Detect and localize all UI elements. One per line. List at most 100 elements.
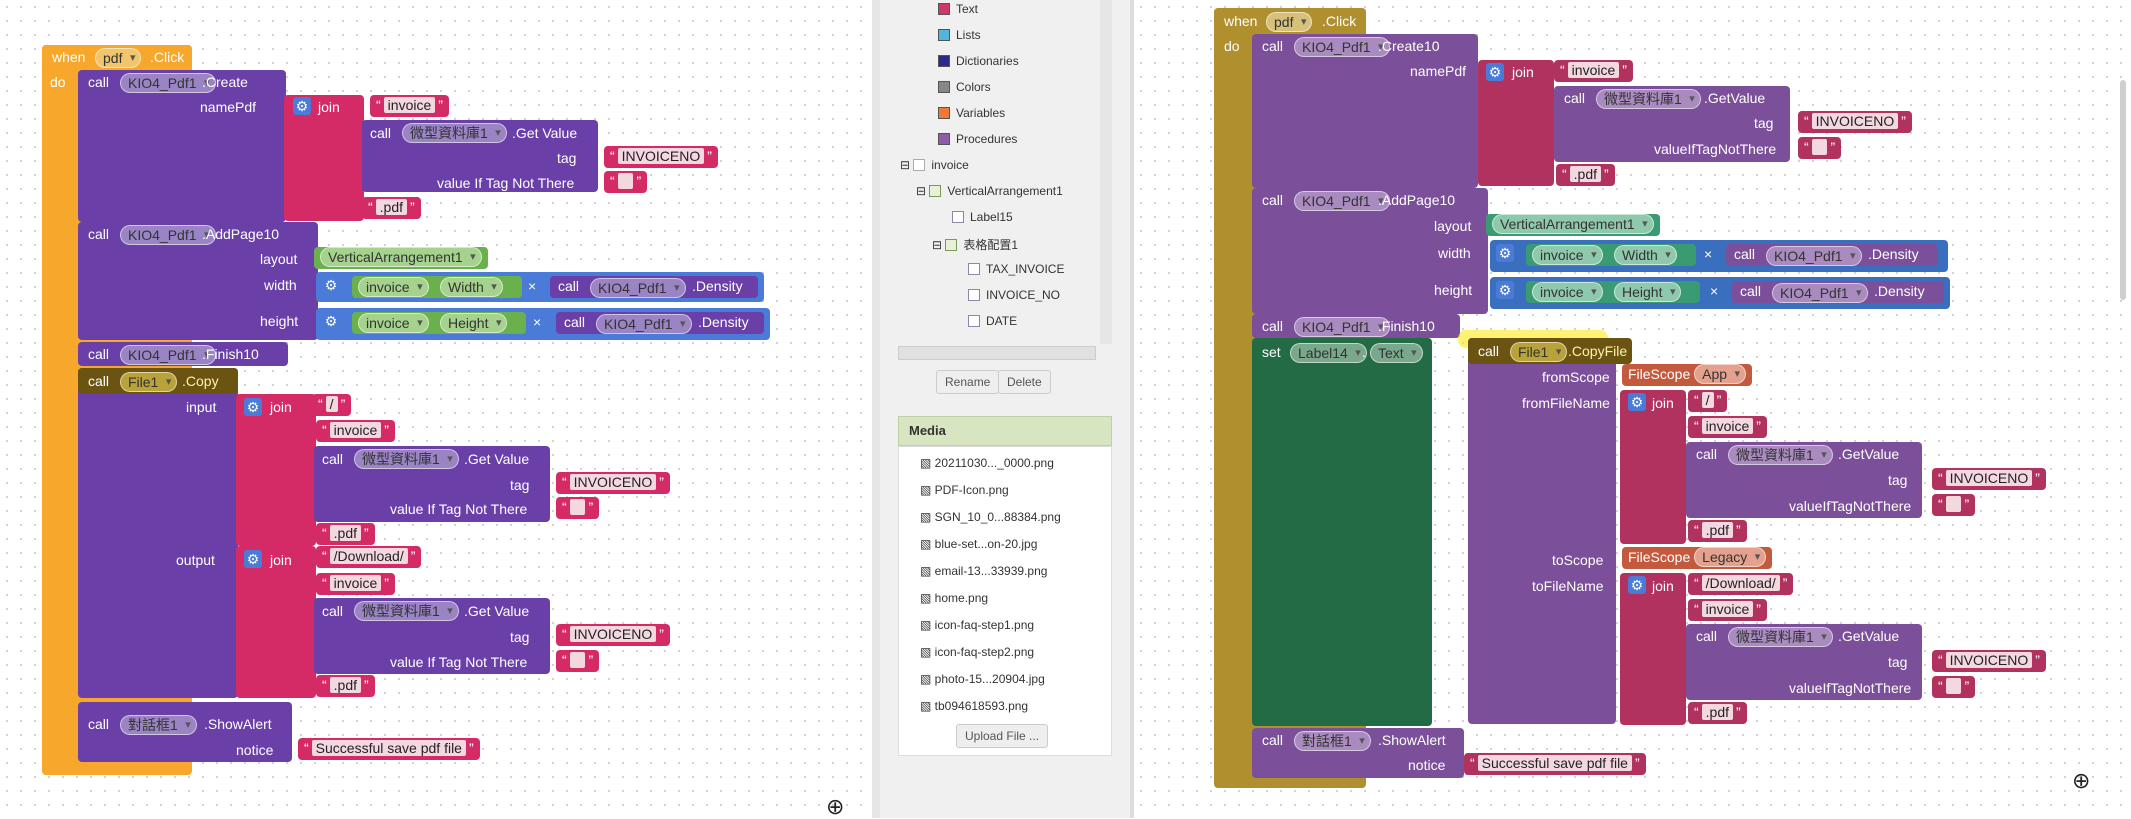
string-invoice[interactable]: “invoice” [1688,416,1767,438]
component-dropdown[interactable]: invoice [358,313,429,333]
string-slash[interactable]: “/” [1688,390,1728,412]
media-file[interactable]: ▧ SGN_10_0...88384.png [920,510,1061,524]
media-file[interactable]: ▧ photo-15...20904.jpg [920,672,1045,686]
from-join-block[interactable] [1620,390,1686,544]
string-success[interactable]: “Successful save pdf file” [1464,753,1646,775]
builtin-lists[interactable]: Lists [938,28,981,42]
string-invoice[interactable]: “invoice” [316,420,395,442]
gear-icon[interactable]: ⚙ [244,550,262,568]
property-dropdown[interactable]: Height [440,313,508,333]
component-dropdown[interactable]: invoice [358,277,429,297]
string-invoice[interactable]: “invoice” [370,95,449,117]
tree-horizontal-scrollbar[interactable] [898,346,1096,360]
delete-button[interactable]: Delete [998,370,1051,394]
string-empty[interactable]: “ ” [1932,494,1976,516]
vertical-arrangement[interactable]: VerticalArrangement1 [314,247,488,269]
builtin-text[interactable]: Text [938,2,978,16]
string-pdf[interactable]: “.pdf” [1556,164,1615,186]
string-invoice[interactable]: “invoice” [1554,60,1633,82]
kio4-dropdown[interactable]: KIO4_Pdf1 [590,278,686,298]
string-invoiceno[interactable]: “INVOICENO” [1798,111,1912,133]
event-component-dropdown[interactable]: pdf [95,48,142,68]
media-file[interactable]: ▧ home.png [920,591,988,605]
tree-date[interactable]: DATE [968,314,1017,328]
string-pdf[interactable]: “.pdf” [1688,702,1747,724]
dialog-dropdown[interactable]: 對話框1 [120,715,197,735]
to-join-block[interactable] [1620,573,1686,725]
tree-vertical-scrollbar[interactable] [1100,0,1112,344]
event-component-dropdown[interactable]: pdf [1266,12,1313,32]
tinydb-dropdown[interactable]: 微型資料庫1 [402,123,507,143]
gear-icon[interactable]: ⚙ [322,276,340,294]
gear-icon[interactable]: ⚙ [1496,244,1514,262]
create-block[interactable] [1252,34,1478,188]
tinydb-dropdown[interactable]: 微型資料庫1 [1596,89,1701,109]
text-property-dropdown[interactable]: Text [1370,343,1423,363]
string-empty[interactable]: “ ” [1798,137,1842,159]
builtin-variables[interactable]: Variables [938,106,1005,120]
tree-table-arrangement[interactable]: ⊟ 表格配置1 [932,236,1018,253]
gear-icon[interactable]: ⚙ [1628,576,1646,594]
gear-icon[interactable]: ⚙ [1496,281,1514,299]
string-invoiceno[interactable]: “INVOICENO” [556,624,670,646]
string-invoiceno[interactable]: “INVOICENO” [1932,468,2046,490]
crosshair-icon[interactable]: ⊕ [826,796,844,818]
rename-button[interactable]: Rename [936,370,1000,394]
media-file[interactable]: ▧ blue-set...on-20.jpg [920,537,1037,551]
gear-icon[interactable]: ⚙ [1628,393,1646,411]
blocks-workspace-right[interactable]: when pdf .Click do call KIO4_Pdf1 .Creat… [1134,0,2131,818]
file1-dropdown[interactable]: File1 [120,372,178,392]
builtin-colors[interactable]: Colors [938,80,991,94]
string-pdf[interactable]: “.pdf” [1688,520,1747,542]
tree-vertical-arrangement[interactable]: ⊟ VerticalArrangement1 [916,184,1063,198]
property-dropdown[interactable]: Width [1614,245,1677,265]
tinydb-dropdown[interactable]: 微型資料庫1 [1728,627,1833,647]
string-pdf[interactable]: “.pdf” [362,197,421,219]
gear-icon[interactable]: ⚙ [1486,63,1504,81]
file1-dropdown[interactable]: File1 [1510,342,1568,362]
string-invoiceno[interactable]: “INVOICENO” [1932,650,2046,672]
property-dropdown[interactable]: Height [1614,282,1682,302]
workspace-vertical-scrollbar[interactable] [2120,80,2126,300]
kio4-dropdown[interactable]: KIO4_Pdf1 [1294,191,1390,211]
tinydb-dropdown[interactable]: 微型資料庫1 [354,601,459,621]
media-file[interactable]: ▧ email-13...33939.png [920,564,1047,578]
string-download[interactable]: “/Download/” [316,546,422,568]
string-invoice[interactable]: “invoice” [1688,599,1767,621]
component-dropdown[interactable]: invoice [1532,245,1603,265]
file-copy-block[interactable] [78,368,238,698]
builtin-dictionaries[interactable]: Dictionaries [938,54,1019,68]
string-invoice[interactable]: “invoice” [316,573,395,595]
tree-invoice-no[interactable]: INVOICE_NO [968,288,1060,302]
string-invoiceno[interactable]: “INVOICENO” [604,146,718,168]
media-file[interactable]: ▧ icon-faq-step1.png [920,618,1034,632]
string-empty[interactable]: “ ” [604,171,648,193]
tree-tax-invoice[interactable]: TAX_INVOICE [968,262,1064,276]
tree-screen-invoice[interactable]: ⊟ invoice [900,158,969,172]
vertical-arrangement[interactable]: VerticalArrangement1 [1486,214,1660,236]
property-dropdown[interactable]: Width [440,277,503,297]
gear-icon[interactable]: ⚙ [244,398,262,416]
label14-dropdown[interactable]: Label14 [1290,343,1367,363]
component-dropdown[interactable]: invoice [1532,282,1603,302]
crosshair-icon[interactable]: ⊕ [2072,770,2090,792]
gear-icon[interactable]: ⚙ [293,97,311,115]
upload-file-button[interactable]: Upload File ... [956,724,1049,748]
blocks-workspace-left[interactable]: when pdf .Click do call KIO4_Pdf1 .Creat… [0,0,872,818]
kio4-dropdown[interactable]: KIO4_Pdf1 [1294,317,1390,337]
workspace-scrollbar-left[interactable] [872,0,880,818]
string-pdf[interactable]: “.pdf” [316,523,375,545]
tinydb-dropdown[interactable]: 微型資料庫1 [354,449,459,469]
tree-label15[interactable]: Label15 [952,210,1013,224]
string-slash[interactable]: “/” [312,394,352,416]
media-file[interactable]: ▧ 20211030..._0000.png [920,456,1054,470]
filescope-app[interactable]: FileScope App [1622,364,1753,386]
gear-icon[interactable]: ⚙ [322,312,340,330]
string-invoiceno[interactable]: “INVOICENO” [556,472,670,494]
string-empty[interactable]: “ ” [556,497,600,519]
string-success[interactable]: “Successful save pdf file” [298,738,480,760]
string-download[interactable]: “/Download/” [1688,573,1794,595]
media-file[interactable]: ▧ tb094618593.png [920,699,1028,713]
string-empty[interactable]: “ ” [556,650,600,672]
builtin-procedures[interactable]: Procedures [938,132,1017,146]
